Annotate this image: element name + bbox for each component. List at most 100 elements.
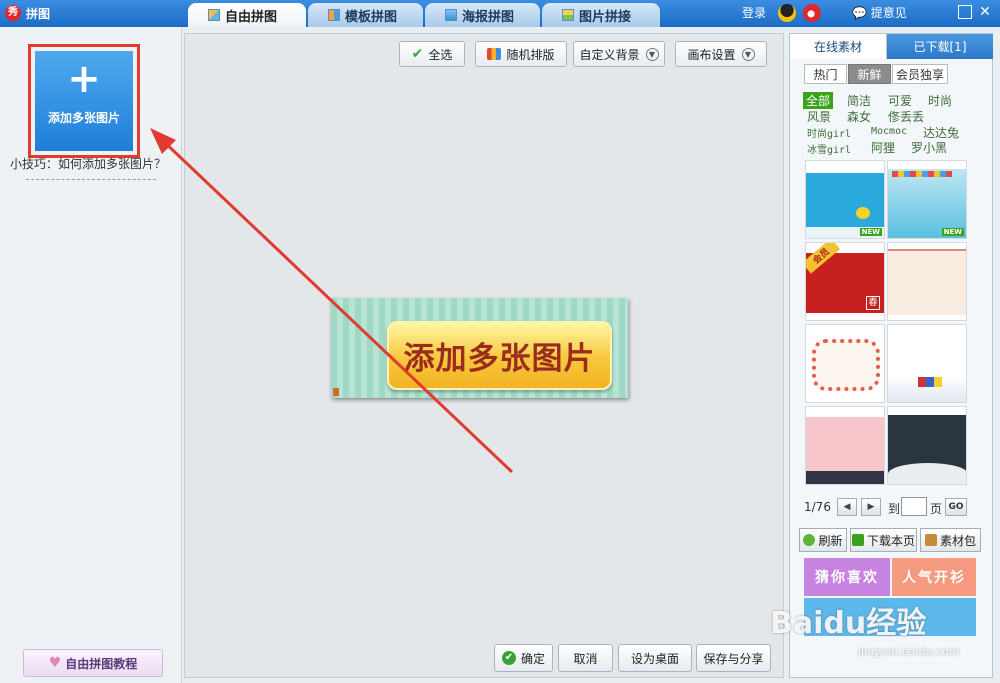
category-fashion-girl[interactable]: 时尚girl: [807, 125, 851, 140]
select-all-button[interactable]: ✔ 全选: [399, 41, 465, 67]
paw-icon: ♥: [48, 655, 62, 671]
go-button[interactable]: GO: [945, 498, 967, 516]
tab-free-collage[interactable]: 自由拼图: [188, 3, 306, 27]
weibo-icon[interactable]: [803, 4, 821, 22]
add-images-highlight: + 添加多张图片: [28, 44, 140, 158]
page-input[interactable]: [901, 497, 927, 516]
qq-icon[interactable]: [778, 4, 796, 22]
download-page-label: 下载本页: [866, 533, 915, 548]
sky-background: [806, 173, 884, 229]
title-bar: 秀 拼图 自由拼图 模板拼图 海报拼图 图片拼接 登录 💬 提意见 ✕: [0, 0, 1000, 27]
left-panel: + 添加多张图片 小技巧：如何添加多张图片？ ♥ 自由拼图教程: [0, 27, 182, 683]
custom-background-dropdown[interactable]: 自定义背景 ▼: [573, 41, 665, 67]
snow-hill: [888, 463, 966, 484]
maximize-icon[interactable]: [958, 5, 972, 19]
next-page-icon[interactable]: ▶: [861, 498, 881, 516]
template-collage-icon: [328, 9, 340, 21]
page-unit-label: 页: [930, 502, 943, 516]
bunting-icon: [892, 171, 952, 177]
popular-cardigan-banner[interactable]: 人气开衫: [892, 558, 976, 596]
category-simple[interactable]: 简洁: [847, 92, 871, 109]
material-thumbnail[interactable]: [887, 324, 967, 403]
filter-new[interactable]: 新鲜: [848, 64, 891, 84]
random-layout-button[interactable]: 随机排版: [475, 41, 567, 67]
tip-link[interactable]: 小技巧：如何添加多张图片？: [10, 155, 166, 172]
material-thumbnail[interactable]: [887, 406, 967, 485]
image-stitch-icon: [562, 9, 574, 21]
tutorial-label: 自由拼图教程: [65, 656, 138, 671]
category-mocmoc[interactable]: Mocmoc: [871, 126, 907, 137]
category-luoxiaohei[interactable]: 罗小黑: [911, 139, 947, 156]
category-ali[interactable]: 阿狸: [871, 139, 895, 156]
custom-background-label: 自定义背景: [579, 47, 640, 62]
tutorial-button[interactable]: ♥ 自由拼图教程: [23, 649, 163, 677]
tab-label: 自由拼图: [225, 9, 278, 25]
canvas-settings-dropdown[interactable]: 画布设置 ▼: [675, 41, 767, 67]
material-thumbnail[interactable]: [805, 406, 885, 485]
pink-background: [806, 417, 884, 473]
confirm-label: 确定: [520, 651, 545, 666]
login-link[interactable]: 登录: [742, 4, 766, 21]
tab-downloaded[interactable]: 已下载[1]: [887, 34, 993, 59]
speech-bubble-icon: 💬: [852, 6, 867, 20]
baidu-watermark: Baidu经验: [770, 606, 927, 641]
tab-poster-collage[interactable]: 海报拼图: [425, 3, 540, 27]
select-all-label: 全选: [428, 47, 453, 62]
refresh-icon: [803, 534, 816, 546]
duck-icon: [856, 207, 870, 219]
goto-label: 到: [888, 502, 901, 516]
category-scenery[interactable]: 风景: [807, 108, 831, 125]
filter-vip[interactable]: 会员独享: [892, 64, 948, 84]
material-thumbnail[interactable]: NEW: [887, 160, 967, 239]
refresh-button[interactable]: 刷新: [799, 528, 847, 552]
material-pack-button[interactable]: 素材包: [920, 528, 981, 552]
chevron-down-icon: ▼: [645, 47, 659, 61]
filter-hot[interactable]: 热门: [804, 64, 847, 84]
spring-stamp: 春: [866, 296, 880, 310]
app-title: 拼图: [26, 7, 51, 21]
set-desktop-button[interactable]: 设为桌面: [618, 644, 692, 672]
prev-page-icon[interactable]: ◀: [837, 498, 857, 516]
confirm-button[interactable]: ✔ 确定: [494, 644, 553, 672]
poster-collage-icon: [445, 9, 457, 21]
save-share-button[interactable]: 保存与分享: [696, 644, 771, 672]
category-all[interactable]: 全部: [803, 92, 834, 109]
beige-background: [888, 249, 966, 315]
new-badge: NEW: [941, 228, 964, 236]
package-icon: [924, 534, 937, 546]
tab-online-materials[interactable]: 在线素材: [790, 34, 887, 59]
material-thumbnail[interactable]: [805, 324, 885, 403]
download-page-button[interactable]: 下载本页: [850, 528, 917, 552]
stamp-icon: [333, 388, 339, 396]
feedback-link[interactable]: 💬 提意见: [852, 4, 907, 21]
material-thumbnail[interactable]: 会员 春: [805, 242, 885, 321]
add-images-button[interactable]: + 添加多张图片: [35, 51, 133, 151]
light-frame: [812, 339, 880, 391]
houses-icon: [918, 377, 942, 387]
refresh-label: 刷新: [818, 533, 843, 548]
new-badge: NEW: [859, 228, 882, 236]
category-cute[interactable]: 可爱: [888, 92, 912, 109]
category-forest-girl[interactable]: 森女: [847, 108, 871, 125]
category-snow-girl[interactable]: 冰雪girl: [807, 141, 851, 156]
chevron-down-icon: ▼: [741, 47, 755, 61]
check-icon: ✔: [411, 46, 424, 62]
material-thumbnail[interactable]: NEW: [805, 160, 885, 239]
shuffle-icon: [487, 48, 502, 60]
download-icon: [851, 534, 864, 546]
plus-icon: +: [67, 56, 101, 102]
baidu-watermark-url: jingyan.baidu.com: [858, 645, 960, 658]
close-icon[interactable]: ✕: [978, 5, 992, 19]
category-xiudiudiu[interactable]: 俢丢丢: [888, 108, 924, 125]
material-thumbnail[interactable]: [887, 242, 967, 321]
tab-image-stitch[interactable]: 图片拼接: [542, 3, 660, 27]
cancel-button[interactable]: 取消: [558, 644, 613, 672]
category-fashion[interactable]: 时尚: [928, 92, 952, 109]
placeholder-add-images-button[interactable]: 添加多张图片: [387, 321, 612, 390]
tab-template-collage[interactable]: 模板拼图: [308, 3, 423, 27]
app-logo-icon: 秀: [5, 5, 21, 21]
canvas-settings-label: 画布设置: [687, 47, 736, 62]
guess-you-like-banner[interactable]: 猜你喜欢: [804, 558, 890, 596]
add-images-label: 添加多张图片: [47, 111, 120, 125]
material-pack-label: 素材包: [939, 533, 976, 548]
